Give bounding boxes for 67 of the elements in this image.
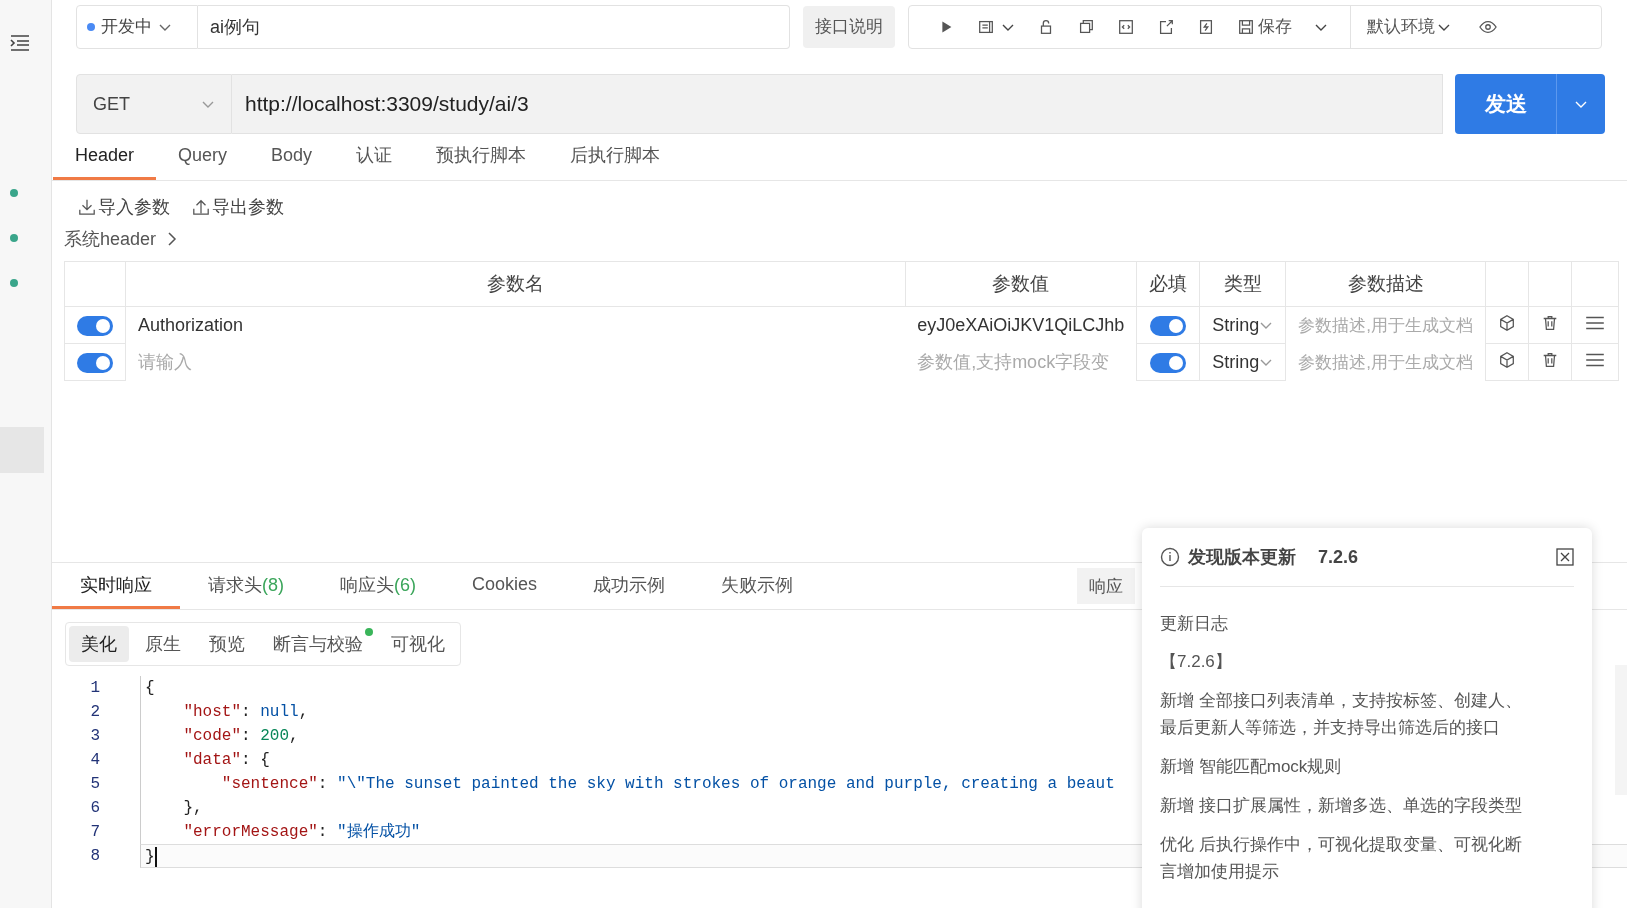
tab[interactable]: 预执行脚本 [414,143,549,180]
line-number: 7 [89,823,101,841]
line-number: 4 [89,751,101,769]
share-icon[interactable] [1157,17,1175,36]
response-example-button[interactable]: 响应 [1077,568,1135,604]
popup-title: 发现版本更新 [1188,546,1296,569]
method-dropdown[interactable]: GET [76,74,232,134]
response-tab[interactable]: 请求头(8) [180,563,312,609]
response-tab[interactable]: 实时响应 [52,563,180,609]
column-header: 参数值 [905,261,1137,307]
download-icon[interactable] [78,198,96,216]
column-header: 类型 [1199,261,1286,307]
copy-icon[interactable] [1077,17,1095,36]
changelog-item: 新增 接口扩展属性，新增多选、单选的字段类型 [1160,795,1523,817]
code-icon[interactable] [1117,17,1135,36]
tab[interactable]: Query [156,143,250,180]
view-tab[interactable]: 预览 [197,626,257,662]
environment-dropdown[interactable]: 默认环境 [1350,5,1457,48]
tab[interactable]: Body [249,143,335,180]
view-tab[interactable]: 可视化 [379,626,457,662]
view-tab[interactable]: 美化 [69,626,129,662]
tab[interactable]: Header [53,143,157,180]
export-button[interactable]: 导出参数 [192,195,284,219]
line-number: 8 [89,847,101,865]
release-label: 【7.2.6】 [1160,651,1233,673]
info-icon [1160,547,1180,567]
line-number: 2 [89,703,101,721]
tab[interactable]: 认证 [334,143,415,180]
save-button[interactable]: 保存 [1237,15,1292,38]
line-number: 6 [89,799,101,817]
line-number: 5 [89,775,101,793]
column-header: 必填 [1136,261,1200,307]
import-button[interactable]: 导入参数 [78,195,170,219]
response-tab[interactable]: 响应头(6) [312,563,444,609]
name-field[interactable]: ai例句 [198,4,790,49]
param-value-field[interactable]: eyJ0eXAiOiJKV1QiLCJhb [905,306,1137,344]
doc-button[interactable]: 接口说明 [803,5,895,48]
cube-icon[interactable] [1498,350,1516,369]
response-tab[interactable]: 失败示例 [693,563,822,609]
required-toggle[interactable] [1150,315,1187,336]
view-tab[interactable]: 断言与校验 [261,626,375,662]
cube-icon[interactable] [1498,313,1516,332]
response-tab[interactable]: Cookies [444,563,566,609]
delete-icon[interactable] [1541,313,1559,332]
save-icon[interactable] [1237,17,1255,36]
delete-icon[interactable] [1541,350,1559,369]
enable-toggle[interactable] [77,352,113,373]
menu-icon[interactable] [9,34,30,52]
changelog-heading: 更新日志 [1160,613,1229,635]
upload-icon[interactable] [192,198,210,216]
response-tab[interactable]: 成功示例 [565,563,694,609]
tab[interactable]: 后执行脚本 [548,143,683,180]
param-name-field[interactable]: Authorization [125,306,906,344]
close-icon[interactable] [1556,548,1574,566]
view-tab[interactable]: 原生 [133,626,193,662]
version-label: 7.2.6 [1318,546,1359,568]
enable-toggle[interactable] [77,315,113,336]
status-dropdown[interactable]: 开发中 [76,4,198,49]
chevron-icon [166,231,179,247]
system-header-toggle[interactable]: 系统header [52,219,1627,251]
required-toggle[interactable] [1150,352,1187,373]
column-header: 参数描述 [1285,261,1486,307]
column-header: 参数名 [125,261,906,307]
line-number: 3 [89,727,101,745]
bolt-icon[interactable] [1197,17,1215,36]
url-field[interactable]: http://localhost:3309/study/ai/3 [232,74,1443,134]
line-number: 1 [89,679,101,697]
